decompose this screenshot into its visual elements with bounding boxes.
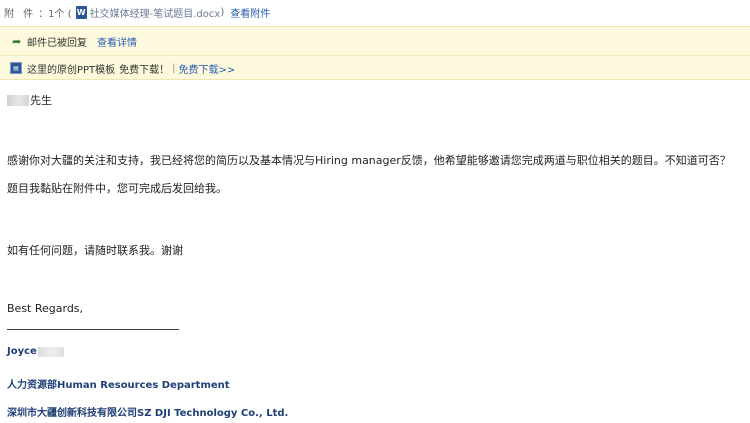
signature-company: 深圳市大疆创新科技有限公司SZ DJI Technology Co., Ltd. — [7, 408, 289, 419]
ad-free-download[interactable]: 免费下载！ — [119, 61, 169, 76]
attachment-label: 附 件 — [4, 8, 37, 20]
reply-notice: ➦ 邮件已被回复 查看详情 — [0, 29, 750, 53]
body-paragraph-3: 如有任何问题，请随时联系我。谢谢 — [7, 244, 183, 257]
redacted-name — [7, 94, 29, 106]
view-details-link[interactable]: 查看详情 — [97, 34, 137, 49]
closing-regards: Best Regards, — [7, 302, 84, 315]
greeting: 先生 — [7, 92, 52, 108]
attachment-close-paren: ) — [220, 6, 225, 18]
ad-text[interactable]: 这里的原创PPT模板 — [27, 61, 115, 76]
ad-download-link[interactable]: 免费下载>> — [179, 61, 236, 76]
ad-notice: ▤ 这里的原创PPT模板 免费下载！ | 免费下载>> — [0, 55, 750, 80]
redacted-surname — [37, 346, 64, 357]
signature-department: 人力资源部Human Resources Department — [7, 380, 230, 391]
attachment-row: 附 件 ：1个 ( W 社交媒体经理-笔试题目.docx ) 查看附件 — [0, 0, 750, 24]
greeting-text: 先生 — [30, 94, 52, 107]
body-paragraph-1: 感谢你对大疆的关注和支持，我已经将您的简历以及基本情况与Hiring manag… — [7, 154, 731, 167]
signature-name: Joyce — [7, 346, 64, 357]
reply-arrow-icon: ➦ — [12, 34, 22, 48]
email-view: 附 件 ：1个 ( W 社交媒体经理-笔试题目.docx ) 查看附件 ➦ 邮件… — [0, 0, 750, 423]
ad-separator: | — [172, 62, 176, 74]
body-paragraph-2: 题目我黏贴在附件中，您可完成后发回给我。 — [7, 182, 227, 195]
view-attachment-link[interactable]: 查看附件 — [230, 5, 270, 20]
attachment-filename[interactable]: 社交媒体经理-笔试题目.docx — [90, 5, 221, 20]
signature-name-text: Joyce — [7, 346, 37, 357]
attachment-count: ：1个 ( — [38, 8, 72, 20]
notice-bar: ➦ 邮件已被回复 查看详情 ▤ 这里的原创PPT模板 免费下载！ | 免费下载>… — [0, 26, 750, 80]
reply-status-text: 邮件已被回复 — [27, 37, 87, 49]
ppt-template-icon: ▤ — [10, 62, 22, 74]
word-document-icon: W — [75, 5, 87, 19]
signature-divider — [7, 329, 179, 330]
